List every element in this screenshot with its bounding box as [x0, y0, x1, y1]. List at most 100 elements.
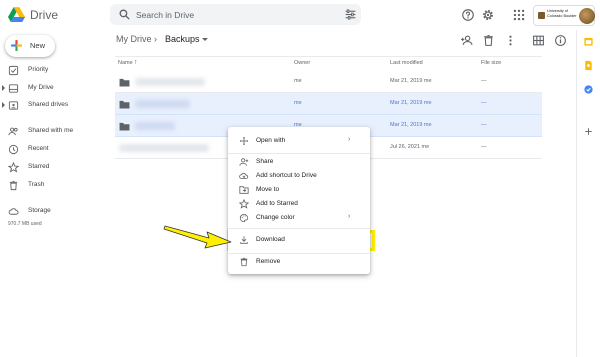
row-file-size: — [481, 100, 487, 106]
sidebar-item-starred[interactable]: Starred [0, 160, 105, 175]
column-header-name[interactable]: Name [118, 60, 133, 66]
sidebar-item-my-drive[interactable]: My Drive [0, 81, 105, 96]
folder-icon [119, 78, 130, 87]
tasks-icon[interactable] [583, 84, 594, 95]
settings-gear-icon[interactable] [481, 8, 495, 22]
annotation-arrow-icon [163, 225, 232, 249]
row-last-modified: Mar 21, 2019 me [390, 100, 432, 106]
star-icon [8, 162, 19, 173]
folder-icon [119, 122, 130, 131]
context-menu: Open with › Share Add shortcut to Drive … [228, 127, 370, 274]
menu-item-change-color[interactable]: Change color › [228, 211, 370, 225]
row-owner: me [294, 78, 302, 84]
priority-icon [8, 65, 19, 76]
breadcrumb-separator: › [154, 34, 157, 44]
app-title[interactable]: Drive [30, 8, 58, 22]
help-icon[interactable] [461, 8, 475, 22]
sort-arrow-up-icon[interactable]: ↑ [134, 59, 138, 66]
star-outline-icon [239, 199, 249, 209]
submenu-arrow-icon: › [348, 136, 351, 143]
account-switcher[interactable]: University of Colorado Boulder [533, 5, 595, 26]
my-drive-icon [8, 84, 19, 93]
row-last-modified: Mar 21, 2019 me [390, 78, 432, 84]
menu-item-add-shortcut[interactable]: Add shortcut to Drive [228, 169, 370, 183]
sidebar-item-storage[interactable]: Storage [0, 204, 105, 219]
sidebar-item-trash[interactable]: Trash [0, 178, 105, 193]
add-addon-icon[interactable] [583, 126, 594, 137]
apps-grid-icon[interactable] [512, 8, 526, 22]
palette-icon [239, 213, 249, 223]
menu-item-download[interactable]: Download [228, 233, 370, 247]
more-vertical-icon[interactable] [504, 34, 517, 47]
plus-icon [11, 40, 22, 51]
sidebar-item-label: Starred [28, 163, 50, 170]
drive-logo-icon[interactable] [8, 7, 25, 22]
search-icon[interactable] [118, 8, 131, 21]
calendar-icon[interactable] [583, 36, 594, 47]
search-bar[interactable] [110, 4, 361, 25]
file-name-redacted [135, 100, 190, 108]
menu-item-open-with[interactable]: Open with › [228, 134, 370, 148]
download-icon [240, 236, 248, 244]
menu-item-label: Add to Starred [256, 200, 298, 207]
menu-item-move-to[interactable]: Move to [228, 183, 370, 197]
cloud-icon [8, 208, 19, 215]
menu-divider [228, 228, 370, 229]
menu-item-share[interactable]: Share [228, 155, 370, 169]
row-last-modified: Jul 26, 2021 me [390, 144, 430, 150]
top-bar: Drive University of [0, 0, 600, 30]
folder-icon [119, 100, 130, 109]
menu-item-label: Add shortcut to Drive [256, 172, 317, 179]
table-row[interactable]: me Mar 21, 2019 me — [115, 71, 542, 93]
move-to-icon [239, 186, 249, 194]
side-panel [576, 30, 600, 357]
new-button-label: New [30, 41, 46, 50]
shared-with-me-icon [8, 127, 18, 136]
sidebar-item-label: My Drive [28, 84, 54, 91]
row-owner: me [294, 100, 302, 106]
file-name-redacted [135, 122, 175, 130]
shared-drives-icon [8, 101, 19, 110]
menu-item-label: Change color [256, 214, 295, 221]
file-name-redacted [119, 144, 209, 152]
menu-item-label: Share [256, 158, 274, 165]
sidebar-item-label: Trash [28, 181, 45, 188]
grid-view-icon[interactable] [532, 34, 545, 47]
avatar[interactable] [579, 8, 595, 24]
column-header-last-modified[interactable]: Last modified [390, 60, 423, 66]
menu-item-label: Open with [256, 137, 286, 144]
menu-item-remove[interactable]: Remove [228, 255, 370, 269]
sidebar-item-label: Storage [28, 207, 51, 214]
new-button[interactable]: New [5, 35, 55, 57]
open-with-icon [239, 136, 249, 146]
breadcrumb-my-drive[interactable]: My Drive [116, 34, 152, 44]
info-icon[interactable] [554, 34, 567, 47]
expand-arrow-icon[interactable] [2, 102, 5, 108]
delete-icon[interactable] [482, 34, 495, 47]
column-header-file-size[interactable]: File size [481, 60, 501, 66]
menu-divider [228, 253, 370, 254]
submenu-arrow-icon: › [348, 213, 351, 220]
storage-used-text: 970.7 MB used [8, 221, 42, 227]
search-options-icon[interactable] [344, 8, 357, 21]
breadcrumb-current-folder[interactable]: Backups [165, 34, 200, 44]
chevron-down-icon[interactable] [202, 38, 208, 41]
table-row-selected[interactable]: me Mar 21, 2019 me — [115, 93, 542, 115]
sidebar-item-label: Priority [28, 66, 49, 73]
sidebar-item-recent[interactable]: Recent [0, 142, 105, 157]
keep-icon[interactable] [583, 60, 594, 71]
sidebar-item-label: Recent [28, 145, 49, 152]
trash-icon [9, 180, 18, 191]
expand-arrow-icon[interactable] [2, 85, 5, 91]
sidebar-item-shared-with-me[interactable]: Shared with me [0, 124, 105, 139]
sidebar-item-shared-drives[interactable]: Shared drives [0, 98, 105, 113]
file-name-redacted [135, 78, 205, 86]
row-last-modified: Mar 21, 2019 me [390, 122, 432, 128]
trash-icon [240, 257, 248, 267]
share-icon [239, 158, 249, 166]
sidebar-item-priority[interactable]: Priority [0, 63, 105, 78]
column-header-owner[interactable]: Owner [294, 60, 310, 66]
search-input[interactable] [136, 7, 336, 22]
menu-item-add-to-starred[interactable]: Add to Starred [228, 197, 370, 211]
add-person-icon[interactable] [460, 34, 473, 47]
